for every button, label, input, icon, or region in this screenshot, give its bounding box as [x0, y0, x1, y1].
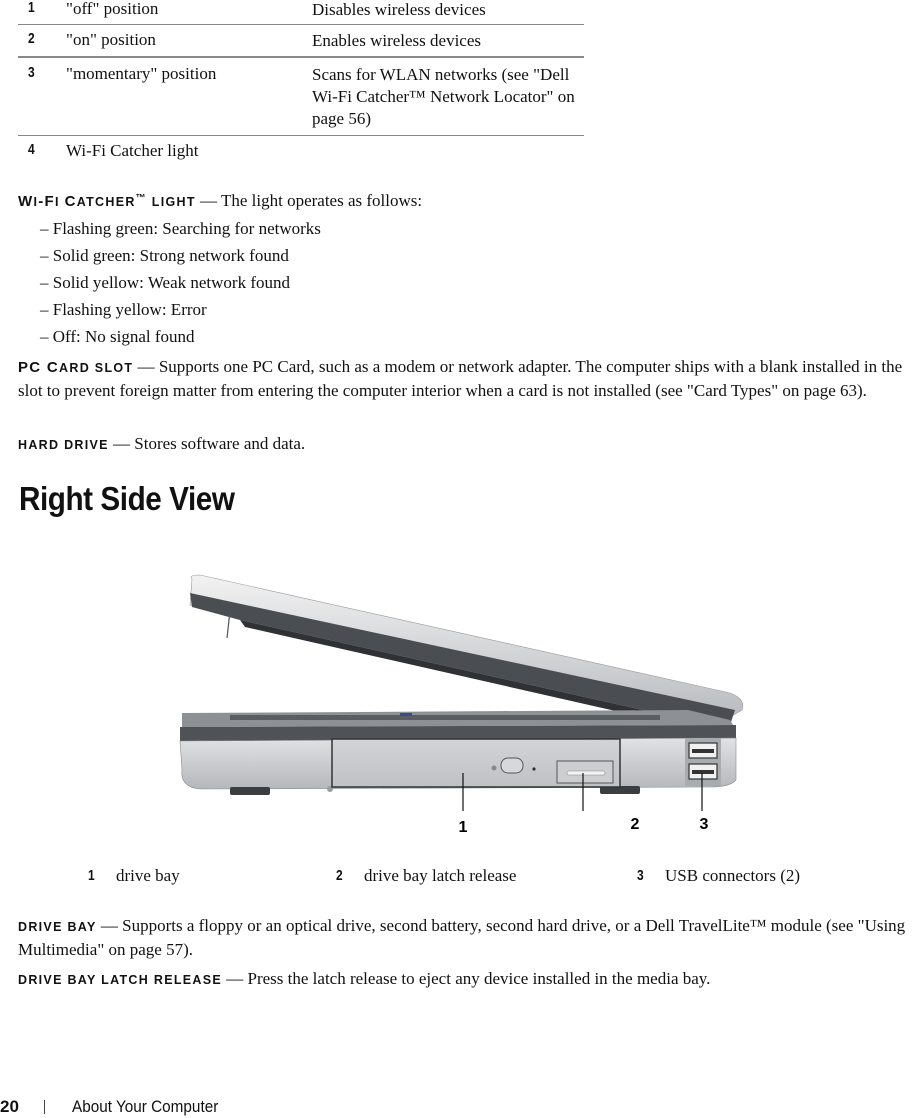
- page-number: 20: [0, 1097, 19, 1116]
- figure-legend: 1 drive bay 2 drive bay latch release 3 …: [0, 866, 913, 890]
- drive-bay-paragraph: DRIVE BAY — Supports a floppy or an opti…: [18, 915, 913, 961]
- legend-number: 1: [88, 867, 95, 884]
- page-footer: 20 About Your Computer: [0, 1097, 913, 1117]
- em-dash: —: [96, 916, 123, 935]
- row-number: 2: [28, 30, 35, 47]
- drive-bay-latch-description: Press the latch release to eject any dev…: [247, 969, 711, 988]
- wifi-catcher-paragraph: WI-FI CATCHER™ LIGHT — The light operate…: [18, 188, 913, 214]
- term-part: ATCHER: [76, 195, 136, 210]
- drive-bay-latch-paragraph: DRIVE BAY LATCH RELEASE — Press the latc…: [18, 968, 913, 992]
- legend-label: drive bay: [116, 866, 180, 885]
- drive-bay-latch: [556, 760, 614, 784]
- list-item: – Off: No signal found: [40, 327, 195, 346]
- list-item: – Flashing yellow: Error: [40, 300, 207, 319]
- callout-label-3: 3: [700, 816, 709, 833]
- term-part: I: [55, 195, 65, 210]
- em-dash: —: [222, 969, 248, 988]
- legend-number: 2: [336, 867, 343, 884]
- footer-divider: [44, 1100, 45, 1114]
- hard-drive-description: Stores software and data.: [134, 434, 306, 453]
- hard-drive-term: HARD DRIVE: [18, 438, 109, 452]
- legend-number: 3: [637, 867, 644, 884]
- term-part: -F: [38, 193, 56, 211]
- row-description: Scans for WLAN networks (see "Dell Wi-Fi…: [312, 65, 575, 128]
- pc-card-slot-term: PC CARD SLOT: [18, 359, 134, 376]
- row-description: Enables wireless devices: [312, 31, 481, 50]
- em-dash: —: [133, 357, 159, 376]
- term-part: LIGHT: [146, 195, 196, 210]
- em-dash: —: [195, 191, 221, 211]
- trademark-symbol: ™: [135, 193, 147, 204]
- laptop-right-side-figure: 1 2 3: [170, 565, 760, 845]
- legend-label: drive bay latch release: [364, 866, 517, 885]
- term-part: C: [64, 193, 77, 211]
- wifi-catcher-term: WI-FI CATCHER™ LIGHT: [18, 193, 196, 211]
- wifi-catcher-description: The light operates as follows:: [220, 191, 423, 211]
- term-part: PC C: [18, 359, 60, 376]
- drive-bay-term: DRIVE BAY: [18, 920, 97, 934]
- drive-bay-latch-term: DRIVE BAY LATCH RELEASE: [18, 973, 223, 987]
- laptop-illustration: 1 2 3: [179, 574, 744, 836]
- term-part: W: [18, 193, 34, 211]
- chapter-title: About Your Computer: [72, 1097, 219, 1116]
- laptop-lid: [189, 574, 744, 725]
- em-dash: —: [108, 434, 135, 453]
- callout-label-2: 2: [631, 816, 640, 833]
- row-description: Disables wireless devices: [312, 0, 486, 19]
- row-number: 4: [28, 141, 35, 158]
- laptop-deck: [182, 710, 733, 727]
- section-heading: Right Side View: [19, 480, 235, 517]
- table-row: 1 "off" position Disables wireless devic…: [18, 0, 584, 25]
- light-states-list: – Flashing green: Searching for networks…: [40, 215, 321, 350]
- table-row: 4 Wi-Fi Catcher light: [18, 136, 584, 166]
- table-row: 2 "on" position Enables wireless devices: [18, 25, 584, 58]
- pc-card-slot-paragraph: PC CARD SLOT — Supports one PC Card, suc…: [18, 356, 913, 402]
- hard-drive-paragraph: HARD DRIVE — Stores software and data.: [18, 433, 913, 457]
- row-name: "on" position: [66, 30, 156, 49]
- legend-label: USB connectors (2): [665, 866, 801, 885]
- drive-bay-description: Supports a floppy or an optical drive, s…: [18, 916, 906, 959]
- usb-connectors: [685, 738, 721, 786]
- callout-label-1: 1: [459, 819, 468, 836]
- list-item: – Flashing green: Searching for networks: [40, 219, 321, 238]
- row-name: "momentary" position: [66, 64, 217, 83]
- row-name: "off" position: [66, 0, 159, 18]
- list-item: – Solid yellow: Weak network found: [40, 273, 290, 292]
- table-row: 3 "momentary" position Scans for WLAN ne…: [18, 58, 584, 136]
- term-part: ARD SLOT: [59, 361, 134, 375]
- row-number: 3: [28, 64, 35, 81]
- list-item: – Solid green: Strong network found: [40, 246, 289, 265]
- row-number: 1: [28, 0, 35, 16]
- row-name: Wi-Fi Catcher light: [66, 141, 199, 160]
- wireless-switch-table: 1 "off" position Disables wireless devic…: [18, 0, 584, 166]
